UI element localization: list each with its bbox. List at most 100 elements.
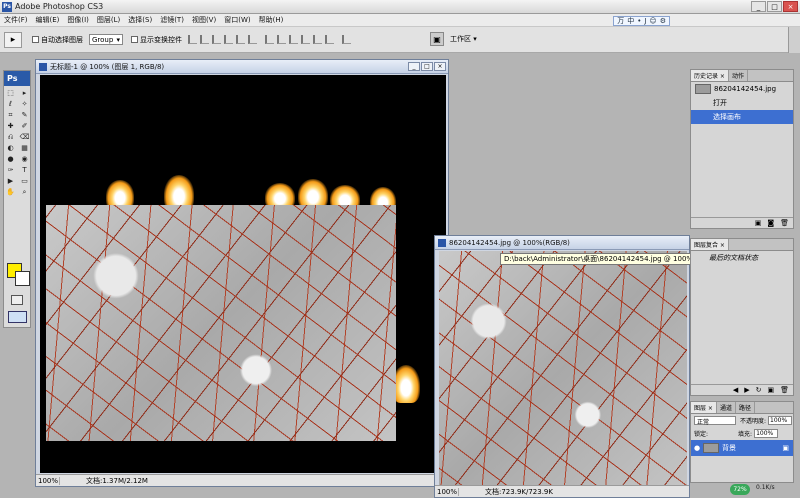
type-tool-icon[interactable]: T bbox=[18, 165, 31, 175]
stamp-tool-icon[interactable]: ⎌ bbox=[4, 132, 17, 142]
ime-mode-icon[interactable]: 万 bbox=[617, 16, 624, 26]
menu-view[interactable]: 视图(V) bbox=[188, 15, 220, 25]
path-select-tool-icon[interactable]: ▶ bbox=[4, 176, 17, 186]
doc1-maximize-button[interactable]: □ bbox=[421, 62, 433, 71]
doc2-titlebar[interactable]: 86204142454.jpg @ 100%(RGB/8) bbox=[435, 236, 689, 250]
move-tool-icon[interactable]: ▸ bbox=[4, 31, 22, 48]
history-item-select-canvas[interactable]: 选择画布 bbox=[691, 110, 793, 124]
align-bottom-icon[interactable] bbox=[212, 35, 221, 44]
doc1-canvas[interactable] bbox=[40, 75, 446, 473]
menu-layer[interactable]: 图层(L) bbox=[93, 15, 124, 25]
marquee-tool-icon[interactable]: ⬚ bbox=[4, 88, 17, 98]
align-right-icon[interactable] bbox=[248, 35, 257, 44]
magic-wand-tool-icon[interactable]: ✧ bbox=[18, 99, 31, 109]
tab-channels[interactable]: 通道 bbox=[717, 402, 736, 413]
history-item-open[interactable]: 打开 bbox=[691, 96, 793, 110]
hand-tool-icon[interactable]: ✋ bbox=[4, 187, 17, 197]
document-window-2[interactable]: 86204142454.jpg @ 100%(RGB/8) 100% 文档:72… bbox=[434, 235, 690, 498]
crop-tool-icon[interactable]: ⌗ bbox=[4, 110, 17, 120]
auto-select-checkbox[interactable]: 自动选择图层 bbox=[32, 35, 83, 45]
tab-layer-comps[interactable]: 图层复合 × bbox=[691, 239, 729, 250]
zoom-tool-icon[interactable]: ⌕ bbox=[18, 187, 31, 197]
trash-icon[interactable]: 🗑 bbox=[780, 219, 789, 227]
doc1-doc-info[interactable]: 文档:1.37M/2.12M bbox=[60, 476, 148, 486]
minimize-button[interactable]: _ bbox=[751, 1, 766, 12]
align-hcenter-icon[interactable] bbox=[236, 35, 245, 44]
doc2-zoom-field[interactable]: 100% bbox=[435, 487, 459, 496]
background-color-swatch[interactable] bbox=[15, 271, 30, 286]
new-document-icon[interactable]: ▣ bbox=[755, 219, 762, 227]
layer-row-background[interactable]: ● 背景 ▣ bbox=[691, 440, 793, 456]
move-tool-icon[interactable]: ▸ bbox=[18, 88, 31, 98]
trash-icon[interactable]: 🗑 bbox=[780, 386, 789, 394]
new-comp-icon[interactable]: ▣ bbox=[767, 386, 774, 394]
maximize-button[interactable]: □ bbox=[767, 1, 782, 12]
network-meter[interactable]: 72% bbox=[730, 484, 750, 495]
show-transform-checkbox[interactable]: 显示变换控件 bbox=[131, 35, 182, 45]
layer-comp-item[interactable]: 最后的文档状态 bbox=[691, 251, 793, 265]
menu-window[interactable]: 窗口(W) bbox=[220, 15, 254, 25]
align-left-icon[interactable] bbox=[224, 35, 233, 44]
new-snapshot-icon[interactable]: ◙ bbox=[767, 219, 774, 227]
ime-settings-icon[interactable]: ⚙ bbox=[660, 17, 666, 25]
distribute-top-icon[interactable] bbox=[265, 35, 274, 44]
doc2-doc-info[interactable]: 文档:723.9K/723.9K bbox=[459, 487, 553, 497]
close-button[interactable]: × bbox=[783, 1, 798, 12]
slice-tool-icon[interactable]: ✎ bbox=[18, 110, 31, 120]
checkbox-box[interactable] bbox=[131, 36, 138, 43]
quick-mask-icon[interactable] bbox=[11, 295, 23, 305]
ime-width-icon[interactable]: J bbox=[644, 17, 646, 25]
align-top-icon[interactable] bbox=[188, 35, 197, 44]
doc1-titlebar[interactable]: 无标题-1 @ 100% (图层 1, RGB/8) _ □ × bbox=[36, 60, 448, 74]
tab-layers[interactable]: 图层 × bbox=[691, 402, 717, 413]
bridge-icon[interactable]: ▣ bbox=[430, 32, 444, 46]
previous-comp-icon[interactable]: ◀ bbox=[733, 386, 738, 394]
distribute-right-icon[interactable] bbox=[325, 35, 334, 44]
align-vcenter-icon[interactable] bbox=[200, 35, 209, 44]
shape-tool-icon[interactable]: ▭ bbox=[18, 176, 31, 186]
history-snapshot[interactable]: 86204142454.jpg bbox=[691, 82, 793, 96]
blur-tool-icon[interactable]: ● bbox=[4, 154, 17, 164]
workspace-menu[interactable]: 工作区 ▾ bbox=[450, 34, 477, 44]
tab-paths[interactable]: 路径 bbox=[736, 402, 755, 413]
menu-select[interactable]: 选择(S) bbox=[124, 15, 156, 25]
tab-history[interactable]: 历史记录 × bbox=[691, 70, 729, 81]
ime-lang-icon[interactable]: 中 bbox=[627, 16, 634, 26]
distribute-vcenter-icon[interactable] bbox=[277, 35, 286, 44]
screen-mode-icon[interactable] bbox=[8, 311, 27, 323]
ime-punct-icon[interactable]: • bbox=[637, 17, 641, 25]
group-select[interactable]: Group ▾ bbox=[89, 34, 123, 45]
distribute-hcenter-icon[interactable] bbox=[313, 35, 322, 44]
pen-tool-icon[interactable]: ✑ bbox=[4, 165, 17, 175]
eraser-tool-icon[interactable]: ◐ bbox=[4, 143, 17, 153]
distribute-left-icon[interactable] bbox=[301, 35, 310, 44]
checkbox-box[interactable] bbox=[32, 36, 39, 43]
eye-icon[interactable]: ● bbox=[694, 444, 703, 452]
doc1-zoom-field[interactable]: 100% bbox=[36, 476, 60, 485]
next-comp-icon[interactable]: ▶ bbox=[744, 386, 749, 394]
dodge-tool-icon[interactable]: ◉ bbox=[18, 154, 31, 164]
history-brush-tool-icon[interactable]: ⌫ bbox=[18, 132, 31, 142]
update-comp-icon[interactable]: ↻ bbox=[756, 386, 762, 394]
fill-input[interactable]: 100% bbox=[754, 429, 779, 438]
doc2-canvas[interactable] bbox=[439, 251, 687, 485]
healing-tool-icon[interactable]: ✚ bbox=[4, 121, 17, 131]
doc1-minimize-button[interactable]: _ bbox=[408, 62, 420, 71]
palette-well[interactable] bbox=[788, 27, 800, 53]
menu-edit[interactable]: 编辑(E) bbox=[32, 15, 64, 25]
menu-file[interactable]: 文件(F) bbox=[0, 15, 32, 25]
menu-image[interactable]: 图像(I) bbox=[63, 15, 93, 25]
tab-actions[interactable]: 动作 bbox=[729, 70, 748, 81]
gradient-tool-icon[interactable]: ▦ bbox=[18, 143, 31, 153]
menu-filter[interactable]: 滤镜(T) bbox=[156, 15, 188, 25]
menu-help[interactable]: 帮助(H) bbox=[255, 15, 288, 25]
blend-mode-select[interactable]: 正常 bbox=[694, 416, 736, 426]
distribute-bottom-icon[interactable] bbox=[289, 35, 298, 44]
doc1-close-button[interactable]: × bbox=[434, 62, 446, 71]
lasso-tool-icon[interactable]: ℓ bbox=[4, 99, 17, 109]
document-window-1[interactable]: 无标题-1 @ 100% (图层 1, RGB/8) _ □ × 100% 文档… bbox=[35, 59, 449, 487]
brush-tool-icon[interactable]: ✐ bbox=[18, 121, 31, 131]
opacity-input[interactable]: 100% bbox=[768, 416, 793, 425]
ime-emoji-icon[interactable]: ☺ bbox=[649, 17, 656, 25]
auto-align-icon[interactable] bbox=[342, 35, 351, 44]
